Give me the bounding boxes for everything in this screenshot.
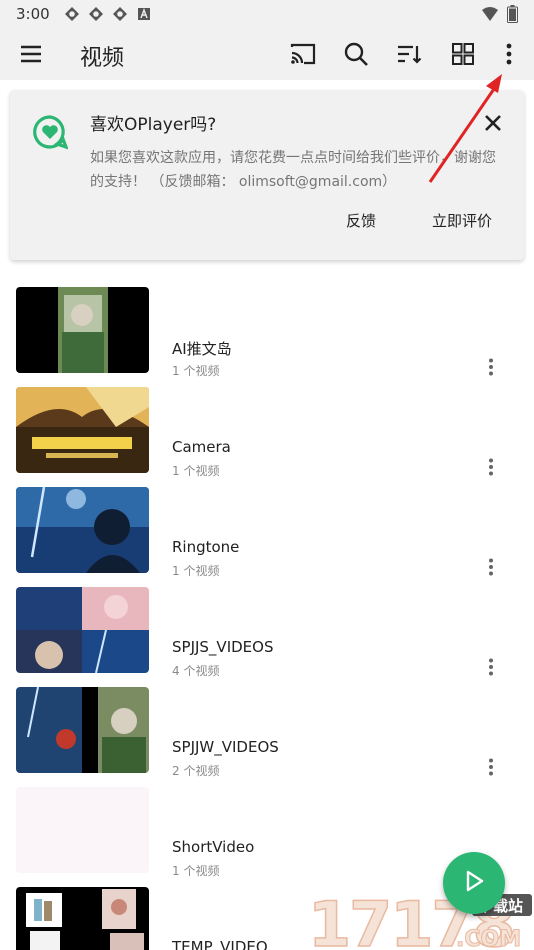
folder-thumbnail	[16, 587, 149, 673]
list-item[interactable]: AI推文岛 1 个视频	[0, 280, 534, 380]
heart-chat-icon	[32, 114, 69, 150]
folder-video-count: 4 个视频	[172, 664, 220, 678]
status-bar: 3:00	[0, 0, 534, 28]
folder-thumbnail	[16, 287, 149, 373]
status-time: 3:00	[16, 5, 50, 23]
folder-name: Ringtone	[172, 538, 240, 556]
list-item[interactable]: Camera 1 个视频	[0, 380, 534, 480]
folder-video-count: 1 个视频	[172, 364, 220, 378]
folder-video-count: 1 个视频	[172, 864, 220, 878]
rate-app-card: 喜欢OPlayer吗? 如果您喜欢这款应用，请您花费一点点时间给我们些评价，谢谢…	[10, 90, 524, 260]
folder-thumbnail	[16, 387, 149, 473]
folder-name: SPJJW_VIDEOS	[172, 738, 279, 756]
search-icon[interactable]	[336, 34, 376, 74]
rate-card-title: 喜欢OPlayer吗?	[90, 115, 217, 135]
status-right-icons	[481, 5, 518, 27]
sort-icon[interactable]	[389, 34, 429, 74]
folder-thumbnail	[16, 487, 149, 573]
more-vert-icon[interactable]	[489, 34, 529, 74]
list-item[interactable]: Ringtone 1 个视频	[0, 480, 534, 580]
folder-name: AI推文岛	[172, 340, 232, 358]
feedback-button[interactable]: 反馈	[346, 210, 376, 231]
folder-name: ShortVideo	[172, 838, 255, 856]
folder-video-count: 1 个视频	[172, 464, 220, 478]
rate-card-actions: 反馈 立即评价	[346, 210, 492, 231]
more-vert-icon[interactable]	[478, 554, 504, 580]
more-vert-icon[interactable]	[478, 654, 504, 680]
cast-icon[interactable]	[283, 34, 323, 74]
app-notification-icon	[112, 6, 128, 22]
rate-card-description: 如果您喜欢这款应用，请您花费一点点时间给我们些评价，谢谢您的支持！ （反馈邮箱：…	[90, 150, 496, 190]
a-box-icon	[136, 6, 152, 22]
play-icon	[462, 869, 486, 897]
folder-video-count: 1 个视频	[172, 564, 220, 578]
more-vert-icon[interactable]	[478, 754, 504, 780]
grid-view-icon[interactable]	[443, 34, 483, 74]
app-notification-icon	[88, 6, 104, 22]
page-title: 视频	[80, 46, 125, 71]
app-notification-icon	[64, 6, 80, 22]
folder-thumbnail	[16, 787, 149, 873]
close-icon[interactable]	[478, 108, 508, 138]
app-bar: 视频	[0, 28, 534, 80]
battery-icon	[507, 5, 518, 27]
folder-video-count: 2 个视频	[172, 764, 220, 778]
list-item[interactable]: SPJJS_VIDEOS 4 个视频	[0, 580, 534, 680]
folder-thumbnail	[16, 687, 149, 773]
folder-name: SPJJS_VIDEOS	[172, 638, 274, 656]
more-vert-icon[interactable]	[478, 354, 504, 380]
status-left-icons	[64, 6, 152, 22]
list-item[interactable]: SPJJW_VIDEOS 2 个视频	[0, 680, 534, 780]
folder-name: TEMP_VIDEO	[172, 938, 268, 950]
folder-name: Camera	[172, 438, 231, 456]
play-fab-button[interactable]	[443, 852, 505, 914]
menu-icon[interactable]	[11, 34, 51, 74]
svg-text:.COM: .COM	[456, 927, 521, 950]
more-vert-icon[interactable]	[478, 454, 504, 480]
folder-thumbnail	[16, 887, 149, 950]
rate-now-button[interactable]: 立即评价	[432, 210, 492, 231]
wifi-icon	[481, 6, 499, 26]
